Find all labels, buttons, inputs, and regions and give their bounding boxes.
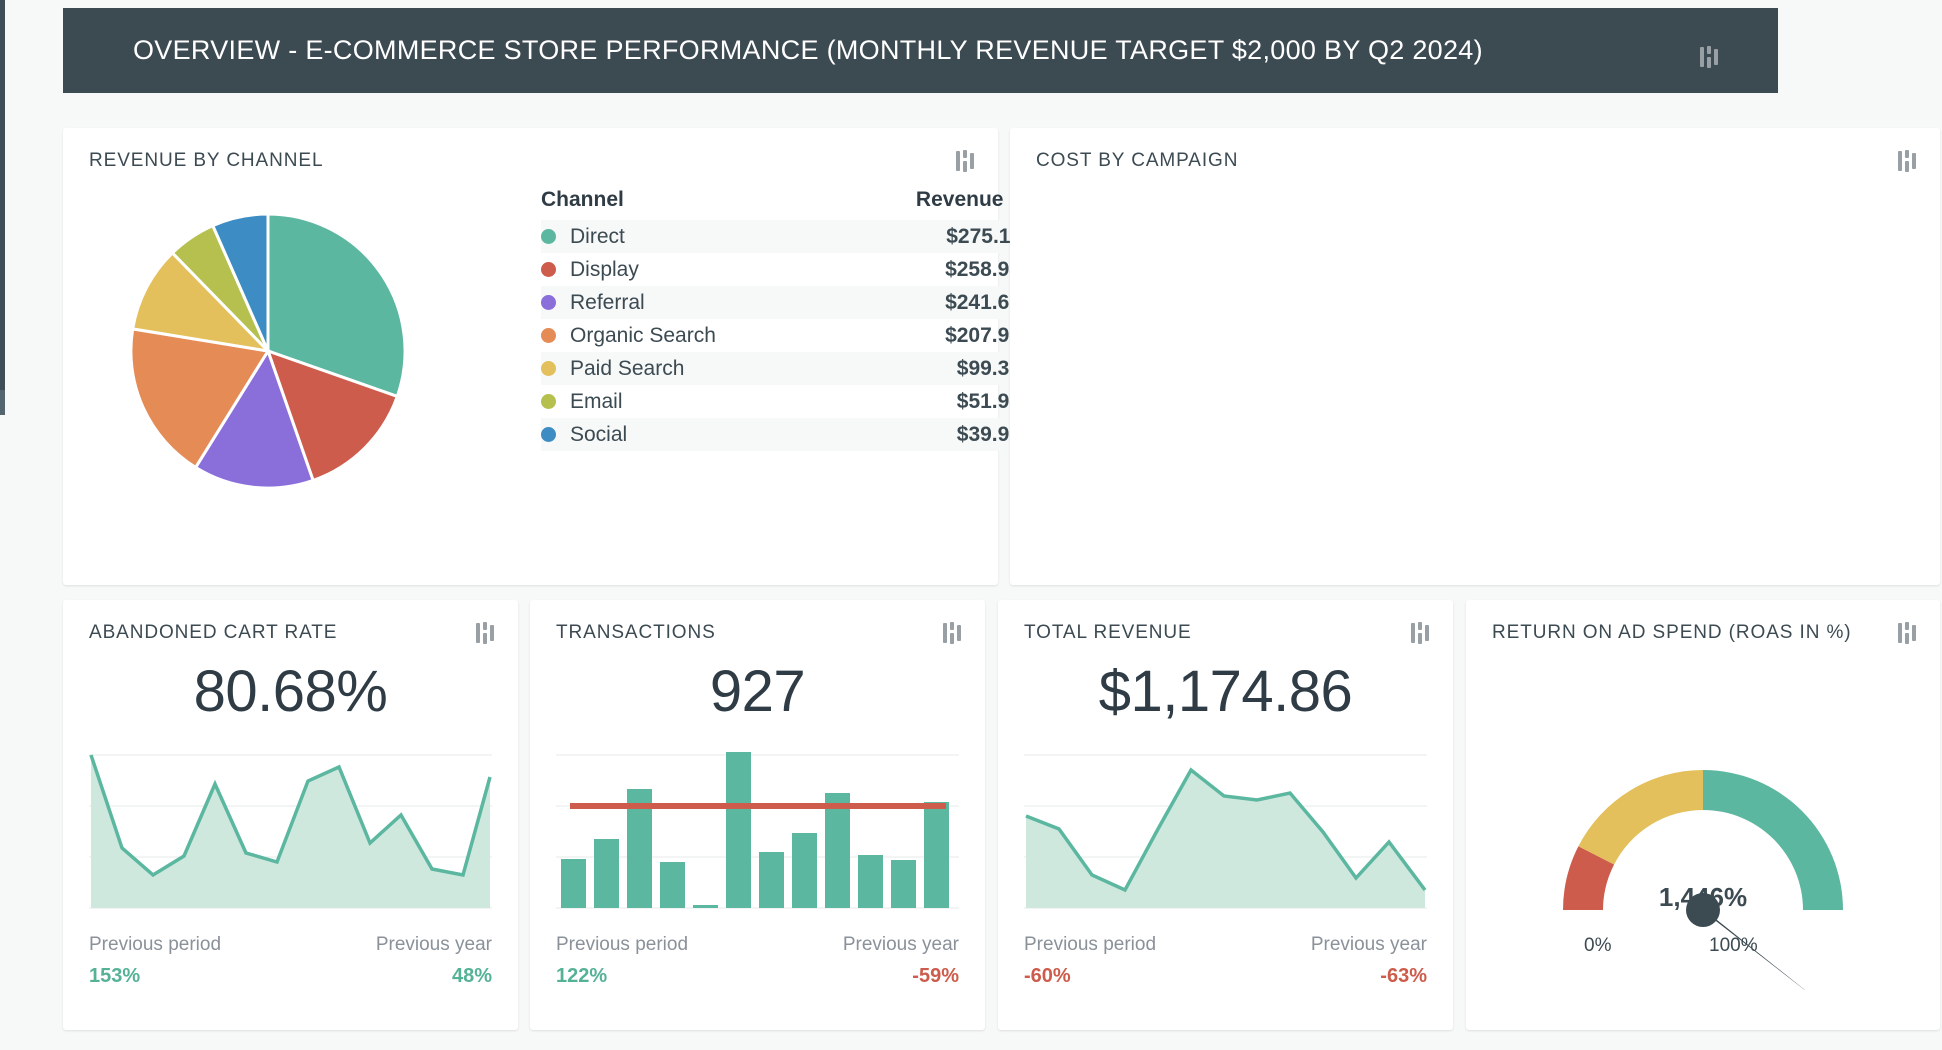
revenue-by-channel-card: REVENUE BY CHANNEL Channel Revenue ▾ [63,128,1021,585]
table-row[interactable]: Referral $241.65 [541,286,1021,319]
roas-max-label: 100% [1709,935,1758,956]
row-value: $99.37 [956,356,1021,380]
row-label: Referral [570,290,645,314]
dashboard-bars-icon[interactable] [1898,150,1916,177]
row-value: $51.93 [956,389,1021,413]
dashboard-bars-icon[interactable] [956,150,974,177]
legend-swatch [541,427,556,442]
dashboard-bars-icon[interactable] [1700,46,1718,73]
table-row[interactable]: Paid Search $99.37 [541,352,1021,385]
roas-value: 1,446% [1658,882,1748,912]
previous-year-label: Previous year [375,934,492,955]
table-row[interactable]: Organic Search $207.96 [541,319,1021,352]
legend-swatch [541,229,556,244]
abandoned-cart-rate-title: ABANDONED CART RATE [89,622,338,643]
abandoned-cart-rate-value: 80.68% [193,659,388,724]
table-row[interactable]: Email $51.93 [541,385,1021,418]
dashboard-bars-icon[interactable] [1898,622,1916,649]
table-row[interactable]: Direct $275.11 [541,220,1021,253]
row-label: Paid Search [570,356,685,380]
row-label: Social [570,422,628,446]
previous-year-label: Previous year [1310,934,1427,955]
previous-period-value: 153% [89,965,141,987]
dashboard-header: OVERVIEW - E-COMMERCE STORE PERFORMANCE … [63,8,1778,93]
row-value: $207.96 [945,323,1021,347]
roas-gauge: 1,446% 0% 100% [1466,660,1940,990]
legend-swatch [541,295,556,310]
previous-period-label: Previous period [1024,934,1157,955]
previous-period-value: -60% [1024,965,1071,987]
column-header-channel[interactable]: Channel [541,188,851,212]
abandoned-cart-rate-comparison: Previous period Previous year 153% 48% [89,934,492,988]
previous-year-value: -63% [1380,965,1427,987]
transactions-sparkline [556,750,959,910]
roas-min-label: 0% [1584,935,1612,956]
roas-gauge-card: RETURN ON AD SPEND (ROAS IN %) 1,446% 0%… [1466,600,1940,1030]
previous-year-value: 48% [451,965,492,987]
dashboard-bars-icon[interactable] [476,622,494,649]
abandoned-cart-rate-card: ABANDONED CART RATE 80.68% Previous peri… [63,600,518,1030]
total-revenue-card: TOTAL REVENUE $1,174.86 Previous period … [998,600,1453,1030]
revenue-pie-chart [129,212,407,490]
revenue-by-channel-table: Channel Revenue ▾ Direct $275.11 Display… [541,180,1021,451]
previous-period-label: Previous period [556,934,689,955]
revenue-by-channel-title: REVENUE BY CHANNEL [89,150,324,171]
total-revenue-comparison: Previous period Previous year -60% -63% [1024,934,1427,988]
table-row[interactable]: Social $39.91 [541,418,1021,451]
page-title: OVERVIEW - E-COMMERCE STORE PERFORMANCE … [133,35,1483,65]
legend-swatch [541,262,556,277]
transactions-comparison: Previous period Previous year 122% -59% [556,934,959,988]
legend-swatch [541,394,556,409]
legend-swatch [541,361,556,376]
legend-swatch [541,328,556,343]
transactions-title: TRANSACTIONS [556,622,716,643]
row-label: Display [570,257,639,281]
dashboard-bars-icon[interactable] [943,622,961,649]
total-revenue-title: TOTAL REVENUE [1024,622,1192,643]
left-gutter [5,0,63,1050]
total-revenue-sparkline [1024,750,1427,910]
column-header-revenue[interactable]: Revenue ▾ [851,188,1021,212]
previous-period-label: Previous period [89,934,222,955]
previous-year-label: Previous year [842,934,959,955]
previous-year-value: -59% [912,965,959,987]
row-label: Email [570,389,623,413]
table-row[interactable]: Display $258.93 [541,253,1021,286]
dashboard-page: OVERVIEW - E-COMMERCE STORE PERFORMANCE … [0,0,1942,1050]
row-value: $39.91 [956,422,1021,446]
row-value: $241.65 [945,290,1021,314]
abandoned-cart-rate-sparkline [89,750,492,910]
roas-title: RETURN ON AD SPEND (ROAS IN %) [1492,622,1852,643]
column-header-revenue-label: Revenue [915,188,1004,211]
row-label: Organic Search [570,323,716,347]
row-label: Direct [570,224,625,248]
total-revenue-value: $1,174.86 [1098,659,1353,724]
cost-by-campaign-card: COST BY CAMPAIGN Campaign Cost ▴ Brandin… [1010,128,1940,585]
transactions-card: TRANSACTIONS 927 Previous period Previou… [530,600,985,1030]
table-header-row: Channel Revenue ▾ [541,180,1021,220]
dashboard-bars-icon[interactable] [1411,622,1429,649]
transactions-value: 927 [709,659,806,724]
row-value: $275.11 [946,224,1021,248]
page-bottom-strip [63,1036,1942,1050]
cost-by-campaign-title: COST BY CAMPAIGN [1036,150,1239,171]
row-value: $258.93 [945,257,1021,281]
previous-period-value: 122% [556,965,608,987]
